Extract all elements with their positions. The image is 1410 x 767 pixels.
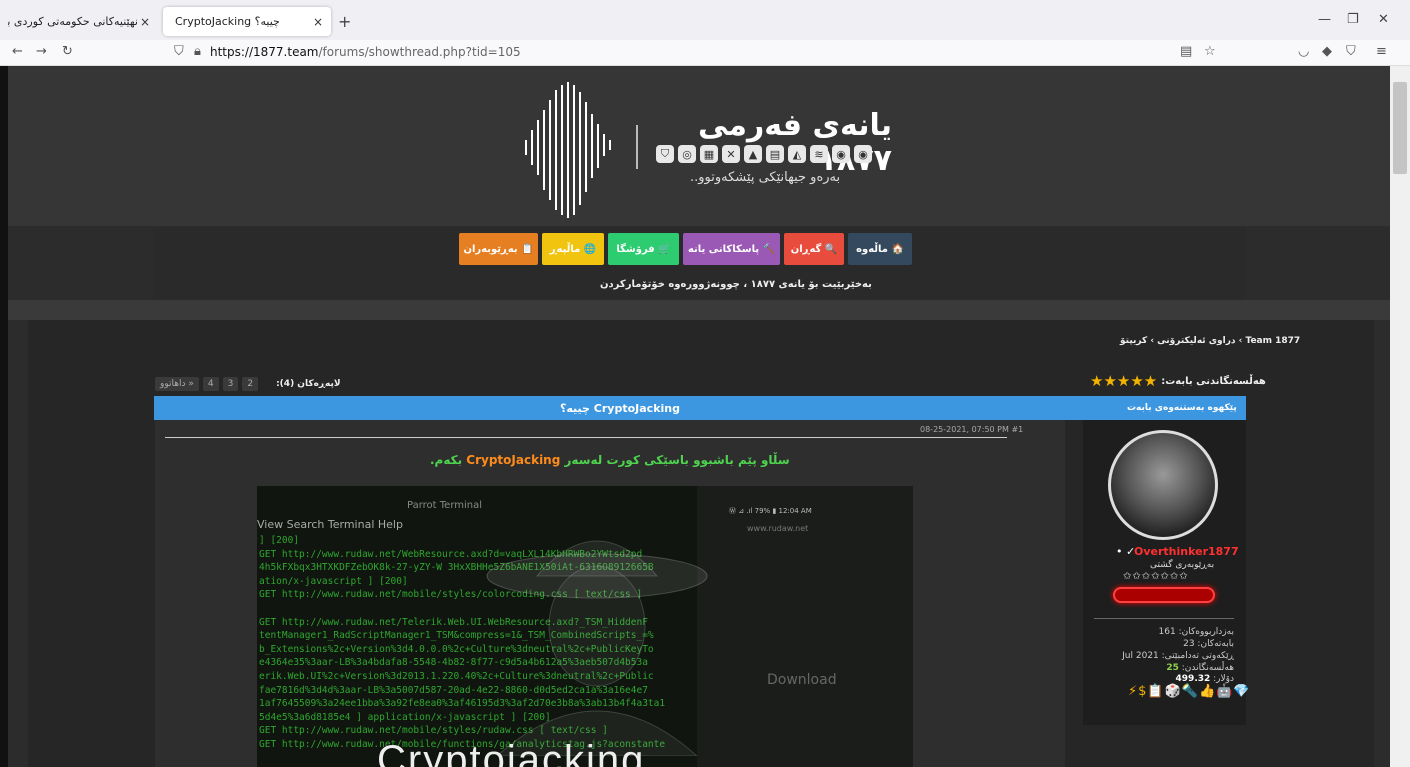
phone-status: Ⓦ ⊿ .ıl 79% ▮ 12:04 AM [729,507,812,515]
tab-kurdish-gov[interactable]: نهێنیەکانی حکومەتی کوردی بۆ دزین × [0,7,158,36]
tab-cryptojacking[interactable]: CryptoJacking چییە؟ × [163,7,331,36]
tools-icon: ✕ [722,145,740,163]
tab-title: CryptoJacking چییە؟ [175,15,280,28]
reload-icon[interactable]: ↻ [62,44,73,59]
menu-icon[interactable]: ≡ [1376,44,1387,59]
logo-emblem-icon[interactable] [520,80,620,220]
coins-label: دۆلار: [1210,674,1234,684]
terminal-menu: View Search Terminal Help [257,518,403,531]
profile-reputation: هەڵسەنگاندن: 25 [1094,663,1234,673]
reputation-label: هەڵسەنگاندن: [1178,663,1234,673]
user-title: بەڕێوبەری گشتی [1150,560,1215,570]
phone-url: www.rudaw.net [747,524,809,533]
verified-icon: • ✓ [1116,545,1136,558]
logo-divider [636,125,638,169]
welcome-login-links[interactable]: بەخێربێیت بۆ یانەی ١٨٧٧ ، چوونەژوورەوە خ… [600,279,872,290]
profile-joined: ڕێکەوتی تەدامبێتی: 2021 Jul [1122,651,1234,661]
shield-extension-icon[interactable]: ⛉ [1346,44,1356,59]
menu-search-button[interactable]: 🔍 گەڕان [784,233,844,265]
minimize-icon[interactable]: — [1318,12,1331,27]
linux-icon: ◭ [788,145,806,163]
menu-shop-button[interactable]: 🛒 فرۆشگا [608,233,679,265]
image-caption: Cryptojacking [377,738,646,767]
nav-bar: ← → ↻ ⛉ 🔒︎ https://1877.team/forums/show… [0,40,1410,66]
new-tab-button[interactable]: + [338,12,351,31]
download-text: Download [767,672,837,688]
disk-icon: ◉ [854,145,872,163]
page-edge [0,66,8,767]
profile-divider [1094,618,1234,619]
url-bar[interactable]: https://1877.team/forums/showthread.php?… [210,45,521,59]
profile-threads: بەزداربووەکان: 161 [1158,627,1234,637]
post-text-part: بکەم. [430,453,467,467]
warning-icon: ▲ [744,145,762,163]
pocket-icon[interactable]: ◡ [1298,44,1309,59]
avatar[interactable] [1108,430,1218,540]
url-path: /forums/showthread.php?tid=105 [318,45,521,59]
lock-icon[interactable]: 🔒︎ [194,44,201,59]
terminal-title: Parrot Terminal [407,500,483,511]
globe-icon: ◎ [678,145,696,163]
next-page-link[interactable]: داهاتوو » [155,377,199,391]
thread-title-bar [154,396,1246,420]
page-link-2[interactable]: 2 [242,377,259,391]
rating-stars[interactable]: ★★★★★ [1090,372,1157,390]
menu-website-button[interactable]: 🌐 ماڵپەڕ [542,233,604,265]
extension-icon[interactable]: ◆ [1322,44,1332,59]
post-text-highlight: CryptoJacking [466,453,561,467]
logo-icon-row: ⛉ ◎ ▦ ✕ ▲ ▤ ◭ ≋ ◉ ◉ [656,145,872,163]
grid-icon: ▦ [700,145,718,163]
post-text-part: سڵاو پێم باشبوو باسێکی کورت لەسەر [560,453,790,467]
award-icons[interactable]: ⚡$📋🎲🔦👍🤖💎 [1128,684,1251,699]
post-meta[interactable]: 08-25-2021, 07:50 PM #1 [920,425,1023,434]
hacker-silhouette-icon [486,540,708,756]
user-group-badge [1113,587,1215,603]
page-link-3[interactable]: 3 [222,377,239,391]
shield-icon[interactable]: ⛉ [174,44,184,59]
pagination-label: لاپەڕەکان (4): [276,379,341,389]
close-window-icon[interactable]: ✕ [1378,12,1389,27]
username[interactable]: Overthinker1877 [1134,545,1239,558]
header-band [8,300,1390,320]
pagination: داهاتوو » 4 3 2 لاپەڕەکان (4): [155,377,341,391]
menu-home-button[interactable]: 🏠 ماڵەوە [848,233,912,265]
menu-tools-button[interactable]: 🔨 پاسکاکانی یانە [683,233,780,265]
reputation-value: 25 [1166,663,1179,673]
scrollbar-thumb[interactable] [1393,82,1407,174]
user-rank-stars: ✩✩✩✩✩✩✩ [1123,571,1189,582]
post-text: سڵاو پێم باشبوو باسێکی کورت لەسەر Crypto… [430,453,790,467]
breadcrumb[interactable]: 1877 Team › دراوی ئەلیکترۆنی › کریپتۆ [1120,336,1300,346]
tab-title: نهێنیەکانی حکومەتی کوردی بۆ دزین [8,15,138,28]
android-icon: ◉ [832,145,850,163]
bookmark-star-icon[interactable]: ☆ [1204,44,1216,59]
tab-bar: نهێنیەکانی حکومەتی کوردی بۆ دزین × Crypt… [0,0,1410,40]
url-host: https://1877.team [210,45,319,59]
restore-icon[interactable]: ❐ [1347,12,1359,27]
wifi-icon: ≋ [810,145,828,163]
profile-coins: دۆلار: 499.32 [1094,674,1234,684]
back-icon[interactable]: ← [12,44,23,59]
close-tab-icon[interactable]: × [140,15,150,29]
rating-label: هەڵسەنگاندنی بابەت: [1161,375,1266,387]
close-tab-icon[interactable]: × [313,15,323,29]
post-image[interactable]: Parrot Terminal View Search Terminal Hel… [257,486,913,767]
thread-rating: هەڵسەنگاندنی بابەت: ★★★★★ [1090,372,1266,390]
post-divider [165,437,1007,438]
profile-posts: بابەتەکان: 23 [1183,639,1234,649]
page-link-4[interactable]: 4 [202,377,219,391]
forward-icon[interactable]: → [36,44,47,59]
reader-icon[interactable]: ▤ [1180,44,1192,59]
coins-value: 499.32 [1175,674,1211,684]
thread-title: CryptoJacking چییە؟ [560,402,680,415]
thread-author-label: پێکهوە بەستنەوەی بابەت [1127,403,1237,413]
logo-tagline: بەرەو جیهانێکی پێشکەوتوو.. [690,170,841,185]
shield-icon: ⛉ [656,145,674,163]
logo-title: یانەی فەرمی ١٨٧٧ [698,108,892,178]
menu-admins-button[interactable]: 📋 بەڕێوبەران [459,233,538,265]
server-icon: ▤ [766,145,784,163]
